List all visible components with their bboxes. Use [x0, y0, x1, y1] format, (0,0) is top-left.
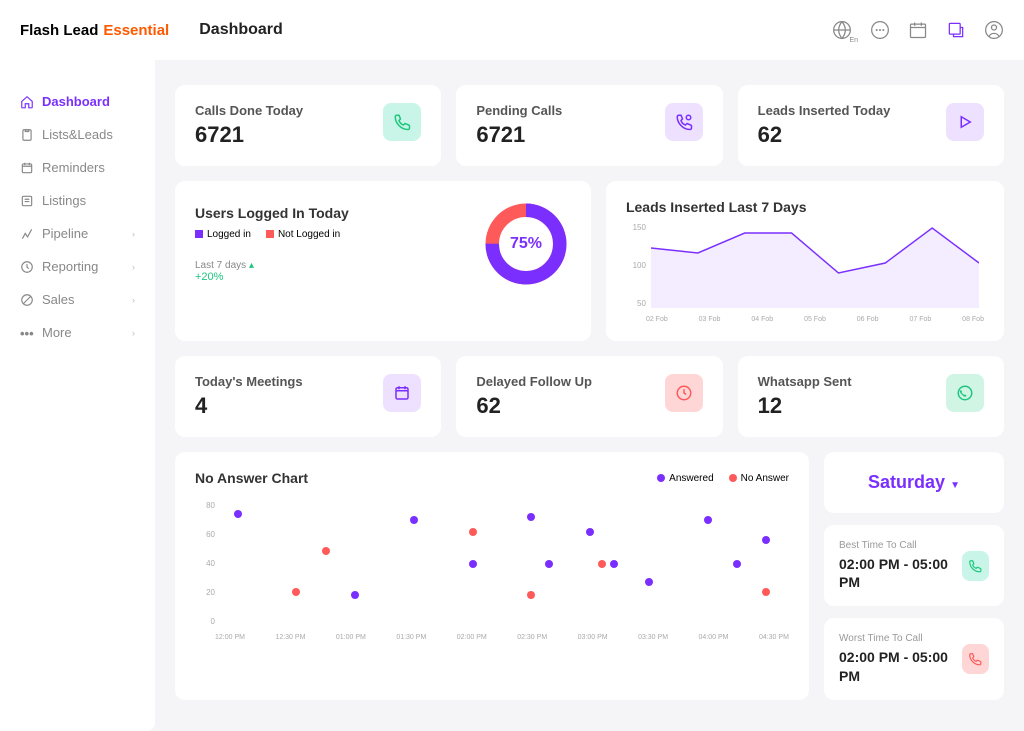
- sidebar-item-sales[interactable]: Sales ›: [0, 283, 155, 316]
- sidebar-item-label: Reporting: [42, 259, 98, 274]
- kpi-value: 6721: [476, 122, 562, 148]
- legend: Logged in Not Logged in: [195, 229, 349, 240]
- kpi-delayed: Delayed Follow Up 62: [456, 356, 722, 437]
- header-actions: En: [832, 20, 1004, 40]
- worst-time-card: Worst Time To Call 02:00 PM - 05:00 PM: [824, 618, 1004, 699]
- sidebar-item-label: Sales: [42, 292, 75, 307]
- sidebar-item-label: Pipeline: [42, 226, 88, 241]
- sidebar-item-label: Lists&Leads: [42, 127, 113, 142]
- whatsapp-icon: [946, 374, 984, 412]
- kpi-calls-done: Calls Done Today 6721: [175, 85, 441, 166]
- sidebar: Dashboard Lists&Leads Reminders Listings…: [0, 60, 155, 731]
- donut-percent: 75%: [510, 235, 542, 253]
- time-value: 02:00 PM - 05:00 PM: [839, 648, 962, 684]
- sidebar-item-listings[interactable]: Listings: [0, 184, 155, 217]
- kpi-label: Pending Calls: [476, 103, 562, 118]
- kpi-label: Calls Done Today: [195, 103, 303, 118]
- clipboard-icon: [20, 128, 34, 142]
- kpi-leads-inserted: Leads Inserted Today 62: [738, 85, 1004, 166]
- card-title: No Answer Chart: [195, 470, 308, 486]
- kpi-value: 6721: [195, 122, 303, 148]
- card-title: Leads Inserted Last 7 Days: [626, 199, 984, 215]
- phone-icon: [962, 551, 989, 581]
- sidebar-item-label: Dashboard: [42, 94, 110, 109]
- play-icon: [946, 103, 984, 141]
- user-avatar-icon[interactable]: [984, 20, 1004, 40]
- kpi-value: 62: [758, 122, 891, 148]
- sidebar-item-lists[interactable]: Lists&Leads: [0, 118, 155, 151]
- logo: Flash Lead Essential: [20, 22, 169, 39]
- circle-slash-icon: [20, 293, 34, 307]
- users-logged-card: Users Logged In Today Logged in Not Logg…: [175, 181, 591, 341]
- sidebar-item-reporting[interactable]: Reporting ›: [0, 250, 155, 283]
- calendar-icon[interactable]: [908, 20, 928, 40]
- chat-icon[interactable]: [870, 20, 890, 40]
- time-label: Worst Time To Call: [839, 633, 962, 644]
- scatter-chart: 806040200 12:00 PM12:30 PM01:00 PM01:30 …: [195, 501, 789, 641]
- trend-label: Last 7 days ▴: [195, 260, 349, 271]
- chevron-right-icon: ›: [132, 328, 135, 338]
- time-value: 02:00 PM - 05:00 PM: [839, 555, 962, 591]
- chart-icon: [20, 227, 34, 241]
- best-time-card: Best Time To Call 02:00 PM - 05:00 PM: [824, 525, 1004, 606]
- dots-icon: •••: [20, 326, 34, 340]
- chevron-right-icon: ›: [132, 295, 135, 305]
- legend: Answered No Answer: [657, 473, 789, 484]
- main-content: Calls Done Today 6721 Pending Calls 6721: [155, 60, 1024, 731]
- kpi-label: Delayed Follow Up: [476, 374, 592, 389]
- page-title: Dashboard: [199, 21, 283, 39]
- window-icon[interactable]: [946, 20, 966, 40]
- header: Flash Lead Essential Dashboard En: [0, 0, 1024, 60]
- bell-icon: [20, 161, 34, 175]
- sidebar-item-more[interactable]: ••• More ›: [0, 316, 155, 349]
- day-selector[interactable]: Saturday ▼: [824, 452, 1004, 513]
- kpi-meetings: Today's Meetings 4: [175, 356, 441, 437]
- chevron-right-icon: ›: [132, 229, 135, 239]
- card-title: Users Logged In Today: [195, 205, 349, 221]
- kpi-label: Leads Inserted Today: [758, 103, 891, 118]
- clock-icon: [665, 374, 703, 412]
- area-chart: 15010050 02 Fob03 Fob04 Fob05 Fob06 Fob0…: [626, 223, 984, 323]
- phone-icon: [962, 644, 989, 674]
- sidebar-item-label: Reminders: [42, 160, 105, 175]
- kpi-value: 12: [758, 393, 852, 419]
- trend-value: +20%: [195, 271, 349, 283]
- sidebar-item-label: Listings: [42, 193, 86, 208]
- report-icon: [20, 260, 34, 274]
- globe-icon[interactable]: En: [832, 20, 852, 40]
- kpi-label: Whatsapp Sent: [758, 374, 852, 389]
- phone-clock-icon: [665, 103, 703, 141]
- kpi-whatsapp: Whatsapp Sent 12: [738, 356, 1004, 437]
- sidebar-item-label: More: [42, 325, 72, 340]
- kpi-value: 4: [195, 393, 303, 419]
- donut-chart: 75%: [481, 199, 571, 289]
- chevron-right-icon: ›: [132, 262, 135, 272]
- kpi-label: Today's Meetings: [195, 374, 303, 389]
- time-sidebar: Saturday ▼ Best Time To Call 02:00 PM - …: [824, 452, 1004, 700]
- chevron-down-icon: ▼: [950, 480, 960, 491]
- kpi-pending-calls: Pending Calls 6721: [456, 85, 722, 166]
- time-label: Best Time To Call: [839, 540, 962, 551]
- sidebar-item-pipeline[interactable]: Pipeline ›: [0, 217, 155, 250]
- kpi-value: 62: [476, 393, 592, 419]
- leads-chart-card: Leads Inserted Last 7 Days 15010050 02 F…: [606, 181, 1004, 341]
- list-icon: [20, 194, 34, 208]
- home-icon: [20, 95, 34, 109]
- phone-icon: [383, 103, 421, 141]
- sidebar-item-dashboard[interactable]: Dashboard: [0, 85, 155, 118]
- scatter-card: No Answer Chart Answered No Answer 80604…: [175, 452, 809, 700]
- calendar-icon: [383, 374, 421, 412]
- sidebar-item-reminders[interactable]: Reminders: [0, 151, 155, 184]
